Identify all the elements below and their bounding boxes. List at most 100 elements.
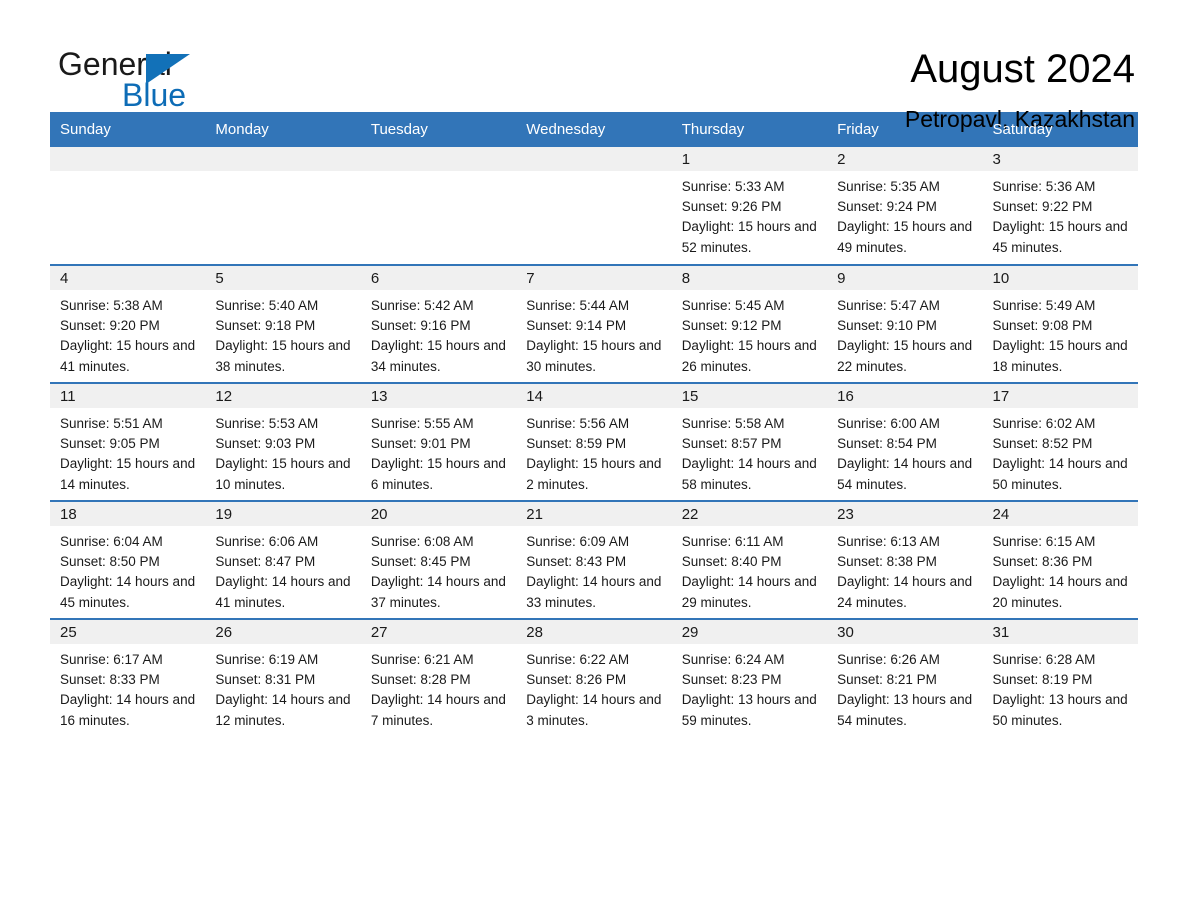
calendar-day-cell[interactable]: 24 Sunrise: 6:15 AM Sunset: 8:36 PM Dayligh… bbox=[982, 500, 1138, 619]
day-details: Sunrise: 6:22 AM Sunset: 8:26 PM Daylight:… bbox=[516, 644, 671, 731]
sunset-text: Sunset: 8:54 PM bbox=[837, 436, 937, 452]
sunrise-text: Sunrise: 6:08 AM bbox=[370, 534, 474, 549]
day-number: 2 bbox=[827, 147, 983, 171]
calendar-week-row: 11 Sunrise: 5:51 AM Sunset: 9:05 PM Dayligh… bbox=[50, 382, 1138, 501]
calendar-day-cell[interactable]: 25 Sunrise: 6:17 AM Sunset: 8:33 PM Dayligh… bbox=[50, 618, 206, 737]
calendar-day-cell[interactable]: 27 Sunrise: 6:21 AM Sunset: 8:28 PM Dayligh… bbox=[360, 618, 517, 737]
sunset-text: Sunset: 8:21 PM bbox=[837, 672, 937, 688]
calendar-day-cell[interactable]: 3 Sunrise: 5:36 AM Sunset: 9:22 PM Daylight… bbox=[982, 147, 1138, 265]
day-number: 14 bbox=[516, 384, 672, 408]
day-details: Sunrise: 5:42 AM Sunset: 9:16 PM Daylight:… bbox=[361, 290, 516, 377]
day-number: 24 bbox=[982, 502, 1138, 526]
day-details: Sunrise: 6:17 AM Sunset: 8:33 PM Daylight:… bbox=[50, 644, 205, 731]
calendar-day-cell[interactable]: 31 Sunrise: 6:28 AM Sunset: 8:19 PM Dayligh… bbox=[982, 618, 1138, 737]
calendar-day-cell[interactable]: 18 Sunrise: 6:04 AM Sunset: 8:50 PM Dayligh… bbox=[50, 500, 206, 619]
calendar-day-cell[interactable]: 15 Sunrise: 5:58 AM Sunset: 8:57 PM Dayligh… bbox=[671, 382, 828, 501]
daylight-text: Daylight: 15 hours and 41 minutes. bbox=[60, 338, 196, 374]
day-number: 25 bbox=[50, 620, 206, 644]
calendar-week-row: 18 Sunrise: 6:04 AM Sunset: 8:50 PM Dayligh… bbox=[50, 500, 1138, 619]
calendar-day-cell[interactable]: 23 Sunrise: 6:13 AM Sunset: 8:38 PM Dayligh… bbox=[827, 500, 983, 619]
day-number: 26 bbox=[205, 620, 361, 644]
calendar-day-cell[interactable]: 4 Sunrise: 5:38 AM Sunset: 9:20 PM Daylight… bbox=[50, 264, 206, 383]
sunset-text: Sunset: 9:26 PM bbox=[681, 199, 782, 215]
day-details: Sunrise: 5:40 AM Sunset: 9:18 PM Daylight:… bbox=[205, 290, 360, 377]
day-number: 29 bbox=[671, 620, 828, 644]
calendar-day-cell[interactable]: 22 Sunrise: 6:11 AM Sunset: 8:40 PM Dayligh… bbox=[671, 500, 828, 619]
daylight-text: Daylight: 15 hours and 26 minutes. bbox=[681, 338, 817, 374]
calendar-day-cell[interactable]: 16 Sunrise: 6:00 AM Sunset: 8:54 PM Dayligh… bbox=[827, 382, 983, 501]
day-number: 22 bbox=[671, 502, 828, 526]
day-details: Sunrise: 5:36 AM Sunset: 9:22 PM Daylight:… bbox=[983, 171, 1138, 258]
daylight-text: Daylight: 14 hours and 24 minutes. bbox=[837, 574, 973, 610]
daylight-text: Daylight: 13 hours and 54 minutes. bbox=[837, 692, 973, 728]
calendar-day-cell[interactable]: 14 Sunrise: 5:56 AM Sunset: 8:59 PM Dayligh… bbox=[516, 382, 672, 501]
generalblue-logo[interactable]: General Blue bbox=[50, 46, 218, 120]
calendar-day-cell[interactable]: 8 Sunrise: 5:45 AM Sunset: 9:12 PM Daylight… bbox=[671, 264, 828, 383]
sunrise-text: Sunrise: 6:04 AM bbox=[60, 534, 163, 549]
triangle-icon bbox=[146, 54, 190, 84]
sunrise-text: Sunrise: 5:51 AM bbox=[60, 416, 163, 431]
sunrise-text: Sunrise: 5:42 AM bbox=[370, 298, 474, 313]
calendar-day-cell[interactable]: 12 Sunrise: 5:53 AM Sunset: 9:03 PM Dayligh… bbox=[205, 382, 361, 501]
calendar-day-cell[interactable]: 10 Sunrise: 5:49 AM Sunset: 9:08 PM Dayligh… bbox=[982, 264, 1138, 383]
sunset-text: Sunset: 8:59 PM bbox=[526, 436, 627, 452]
day-details: Sunrise: 6:02 AM Sunset: 8:52 PM Daylight:… bbox=[983, 408, 1138, 495]
calendar-week-row: 25 Sunrise: 6:17 AM Sunset: 8:33 PM Dayligh… bbox=[50, 618, 1138, 737]
sunrise-text: Sunrise: 5:53 AM bbox=[215, 416, 319, 431]
day-details: Sunrise: 6:26 AM Sunset: 8:21 PM Daylight:… bbox=[827, 644, 982, 731]
calendar-cell-empty bbox=[360, 147, 517, 265]
daylight-text: Daylight: 14 hours and 12 minutes. bbox=[215, 692, 351, 728]
calendar-day-cell[interactable]: 29 Sunrise: 6:24 AM Sunset: 8:23 PM Dayligh… bbox=[671, 618, 828, 737]
sunrise-text: Sunrise: 6:21 AM bbox=[370, 652, 474, 667]
sunset-text: Sunset: 8:50 PM bbox=[60, 554, 160, 570]
sunset-text: Sunset: 9:05 PM bbox=[60, 436, 160, 452]
sunset-text: Sunset: 9:16 PM bbox=[370, 318, 471, 334]
day-number: 3 bbox=[982, 147, 1138, 171]
sunrise-text: Sunrise: 5:56 AM bbox=[526, 416, 630, 431]
day-details: Sunrise: 5:58 AM Sunset: 8:57 PM Daylight:… bbox=[672, 408, 827, 495]
calendar-day-cell[interactable]: 19 Sunrise: 6:06 AM Sunset: 8:47 PM Dayligh… bbox=[205, 500, 361, 619]
calendar-day-cell[interactable]: 1 Sunrise: 5:33 AM Sunset: 9:26 PM Daylight… bbox=[671, 147, 828, 265]
calendar-cell-empty bbox=[205, 147, 361, 265]
sunrise-text: Sunrise: 5:58 AM bbox=[681, 416, 785, 431]
day-number: 6 bbox=[360, 266, 517, 290]
calendar-day-cell[interactable]: 2 Sunrise: 5:35 AM Sunset: 9:24 PM Daylight… bbox=[827, 147, 983, 265]
day-details: Sunrise: 5:49 AM Sunset: 9:08 PM Daylight:… bbox=[983, 290, 1138, 377]
daylight-text: Daylight: 15 hours and 52 minutes. bbox=[681, 219, 817, 255]
daylight-text: Daylight: 13 hours and 59 minutes. bbox=[681, 692, 817, 728]
day-details: Sunrise: 5:35 AM Sunset: 9:24 PM Daylight:… bbox=[827, 171, 982, 258]
calendar-day-cell[interactable]: 30 Sunrise: 6:26 AM Sunset: 8:21 PM Dayligh… bbox=[827, 618, 983, 737]
calendar-day-cell[interactable]: 7 Sunrise: 5:44 AM Sunset: 9:14 PM Daylight… bbox=[516, 264, 672, 383]
sunset-text: Sunset: 9:08 PM bbox=[992, 318, 1093, 334]
day-details: Sunrise: 6:21 AM Sunset: 8:28 PM Daylight:… bbox=[361, 644, 516, 731]
calendar-day-cell[interactable]: 26 Sunrise: 6:19 AM Sunset: 8:31 PM Dayligh… bbox=[205, 618, 361, 737]
daylight-text: Daylight: 15 hours and 38 minutes. bbox=[215, 338, 351, 374]
day-number: 19 bbox=[205, 502, 361, 526]
calendar-day-cell[interactable]: 21 Sunrise: 6:09 AM Sunset: 8:43 PM Dayligh… bbox=[516, 500, 672, 619]
calendar-body: 1 Sunrise: 5:33 AM Sunset: 9:26 PM Daylight… bbox=[50, 147, 1138, 737]
sunrise-text: Sunrise: 5:44 AM bbox=[526, 298, 630, 313]
sunrise-text: Sunrise: 5:33 AM bbox=[681, 179, 785, 194]
day-details: Sunrise: 5:47 AM Sunset: 9:10 PM Daylight:… bbox=[827, 290, 982, 377]
calendar-day-cell[interactable]: 28 Sunrise: 6:22 AM Sunset: 8:26 PM Dayligh… bbox=[516, 618, 672, 737]
daylight-text: Daylight: 15 hours and 6 minutes. bbox=[370, 456, 506, 492]
day-details: Sunrise: 5:55 AM Sunset: 9:01 PM Daylight:… bbox=[361, 408, 516, 495]
calendar-day-cell[interactable]: 9 Sunrise: 5:47 AM Sunset: 9:10 PM Daylight… bbox=[827, 264, 983, 383]
day-number: 16 bbox=[827, 384, 983, 408]
day-details: Sunrise: 6:06 AM Sunset: 8:47 PM Daylight:… bbox=[205, 526, 360, 613]
calendar-day-cell[interactable]: 13 Sunrise: 5:55 AM Sunset: 9:01 PM Dayligh… bbox=[360, 382, 517, 501]
calendar-day-cell[interactable]: 11 Sunrise: 5:51 AM Sunset: 9:05 PM Dayligh… bbox=[50, 382, 206, 501]
day-number: 1 bbox=[671, 147, 828, 171]
calendar-day-cell[interactable]: 6 Sunrise: 5:42 AM Sunset: 9:16 PM Daylight… bbox=[360, 264, 517, 383]
calendar-page: General Blue August 2024 Petropavl, Kaza… bbox=[0, 0, 1188, 918]
day-number: 4 bbox=[50, 266, 206, 290]
daylight-text: Daylight: 15 hours and 34 minutes. bbox=[370, 338, 506, 374]
calendar-day-cell[interactable]: 20 Sunrise: 6:08 AM Sunset: 8:45 PM Dayligh… bbox=[360, 500, 517, 619]
sunset-text: Sunset: 8:40 PM bbox=[681, 554, 782, 570]
calendar-day-cell[interactable]: 17 Sunrise: 6:02 AM Sunset: 8:52 PM Dayligh… bbox=[982, 382, 1138, 501]
calendar-day-cell[interactable]: 5 Sunrise: 5:40 AM Sunset: 9:18 PM Daylight… bbox=[205, 264, 361, 383]
daylight-text: Daylight: 15 hours and 10 minutes. bbox=[215, 456, 351, 492]
sunset-text: Sunset: 8:36 PM bbox=[992, 554, 1093, 570]
calendar-cell-empty bbox=[516, 147, 672, 265]
sunset-text: Sunset: 8:38 PM bbox=[837, 554, 937, 570]
